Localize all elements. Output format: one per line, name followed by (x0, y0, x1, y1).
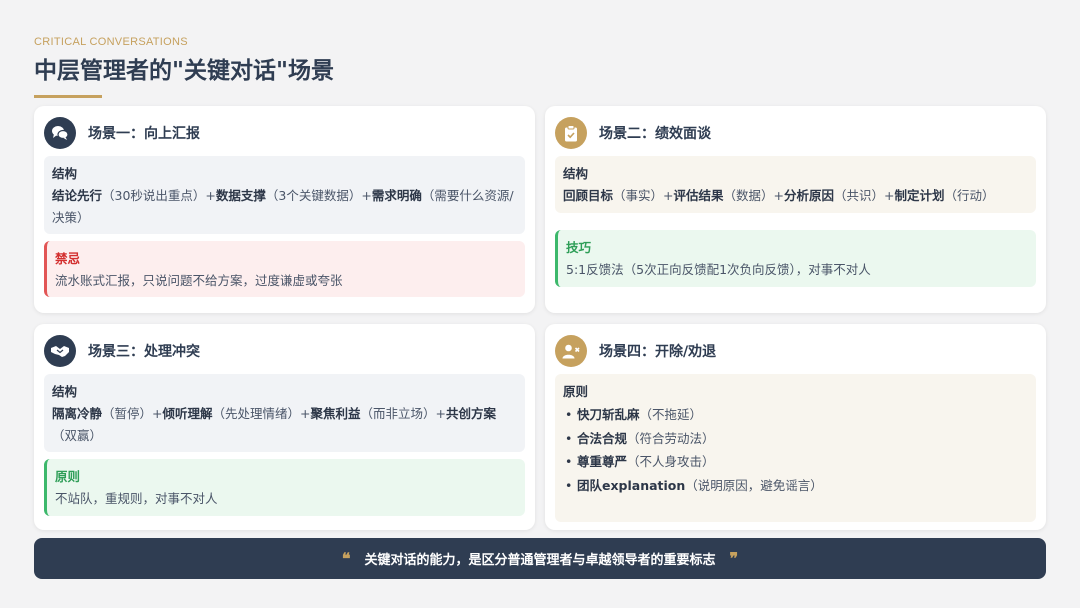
card-header: 场景一：向上汇报 (44, 117, 200, 149)
card-header: 场景三：处理冲突 (44, 335, 200, 367)
principle-label: 原则 (55, 469, 81, 484)
structure-step: 制定计划 (894, 188, 945, 203)
structure-step-note: （3个关键数据）+ (265, 188, 372, 203)
principle-note: （说明原因，避免谣言） (685, 477, 823, 493)
page-kicker: CRITICAL CONVERSATIONS (34, 36, 188, 48)
handshake-icon (44, 335, 76, 367)
tip-box: 技巧 5:1反馈法（5次正向反馈配1次负向反馈），对事不对人 (555, 230, 1036, 287)
card-header: 场景四：开除/劝退 (555, 335, 716, 367)
structure-box: 结构 隔离冷静（暂停）+倾听理解（先处理情绪）+聚焦利益（而非立场）+共创方案 （… (44, 374, 525, 452)
structure-step: 回顾目标 (563, 188, 614, 203)
structure-step-note: （共识）+ (834, 188, 895, 203)
structure-step-note: （行动） (944, 188, 995, 203)
structure-step-note: （先处理情绪）+ (212, 406, 311, 421)
page-title: 中层管理者的"关键对话"场景 (34, 58, 334, 84)
close-quote-icon: ❞ (729, 549, 739, 568)
taboo-box: 禁忌 流水账式汇报，只说问题不给方案，过度谦虚或夸张 (44, 241, 525, 297)
structure-step: 共创方案 (446, 406, 497, 421)
principles-box: 原则 快刀斩乱麻（不拖延） 合法合规（符合劳动法） 尊重尊严（不人身攻击） 团队… (555, 374, 1036, 522)
principle-text: 不站队，重规则，对事不对人 (55, 491, 218, 506)
title-underline (34, 95, 102, 98)
structure-step: 分析原因 (784, 188, 835, 203)
structure-step: 评估结果 (673, 188, 724, 203)
principle-key: 合法合规 (577, 430, 628, 446)
structure-label: 结构 (563, 166, 589, 181)
structure-step: 结论先行 (52, 188, 103, 203)
principle-note: （不拖延） (639, 407, 703, 422)
structure-step-note: （而非立场）+ (360, 406, 446, 421)
structure-step: 数据支撑 (215, 188, 266, 203)
structure-box: 结构 回顾目标（事实）+评估结果（数据）+分析原因（共识）+制定计划（行动） (555, 156, 1036, 213)
clipboard-check-icon (555, 117, 587, 149)
footer-quote-banner: ❝ 关键对话的能力，是区分普通管理者与卓越领导者的重要标志 ❞ (34, 538, 1046, 579)
structure-step: 倾听理解 (162, 406, 213, 421)
chat-bubbles-icon (44, 117, 76, 149)
principle-box: 原则 不站队，重规则，对事不对人 (44, 459, 525, 516)
structure-step-note: （双赢） (52, 428, 103, 443)
tip-label: 技巧 (566, 240, 592, 255)
principle-note: （不人身攻击） (627, 454, 715, 469)
user-remove-icon (555, 335, 587, 367)
page-header: CRITICAL CONVERSATIONS 中层管理者的"关键对话"场景 (34, 36, 334, 98)
footer-text: 关键对话的能力，是区分普通管理者与卓越领导者的重要标志 (364, 553, 716, 568)
card-title: 场景三：处理冲突 (88, 344, 200, 360)
list-item: 合法合规（符合劳动法） (563, 427, 1028, 451)
card-title: 场景二：绩效面谈 (599, 126, 711, 142)
card-scene-2: 场景二：绩效面谈 结构 回顾目标（事实）+评估结果（数据）+分析原因（共识）+制… (545, 106, 1046, 313)
tip-text: 5:1反馈法（5次正向反馈配1次负向反馈），对事不对人 (566, 262, 871, 277)
structure-box: 结构 结论先行（30秒说出重点）+数据支撑（3个关键数据）+需求明确（需要什么资… (44, 156, 525, 234)
principles-label: 原则 (563, 384, 589, 399)
card-scene-4: 场景四：开除/劝退 原则 快刀斩乱麻（不拖延） 合法合规（符合劳动法） 尊重尊严… (545, 324, 1046, 530)
principle-note: （符合劳动法） (627, 430, 715, 446)
list-item: 团队explanation（说明原因，避免谣言） (563, 474, 1028, 498)
principle-key: 团队explanation (577, 477, 686, 493)
taboo-text: 流水账式汇报，只说问题不给方案，过度谦虚或夸张 (55, 273, 343, 288)
structure-label: 结构 (52, 384, 78, 399)
card-title: 场景四：开除/劝退 (599, 344, 717, 360)
structure-step: 聚焦利益 (310, 406, 361, 421)
structure-step-note: （30秒说出重点）+ (102, 188, 216, 203)
card-title: 场景一：向上汇报 (88, 126, 200, 142)
principles-list: 快刀斩乱麻（不拖延） 合法合规（符合劳动法） 尊重尊严（不人身攻击） 团队exp… (563, 403, 1028, 497)
principle-key: 尊重尊严 (577, 454, 628, 469)
structure-step-note: （暂停）+ (102, 406, 163, 421)
structure-label: 结构 (52, 166, 78, 181)
structure-step-note: （数据）+ (723, 188, 784, 203)
principle-key: 快刀斩乱麻 (577, 407, 640, 422)
structure-step: 需求明确 (371, 188, 422, 203)
structure-step: 隔离冷静 (52, 406, 103, 421)
list-item: 尊重尊严（不人身攻击） (563, 450, 1028, 474)
list-item: 快刀斩乱麻（不拖延） (563, 403, 1028, 427)
structure-step-note: （事实）+ (613, 188, 674, 203)
card-scene-3: 场景三：处理冲突 结构 隔离冷静（暂停）+倾听理解（先处理情绪）+聚焦利益（而非… (34, 324, 535, 530)
open-quote-icon: ❝ (341, 549, 351, 568)
card-scene-1: 场景一：向上汇报 结构 结论先行（30秒说出重点）+数据支撑（3个关键数据）+需… (34, 106, 535, 313)
card-header: 场景二：绩效面谈 (555, 117, 711, 149)
taboo-label: 禁忌 (55, 251, 81, 266)
